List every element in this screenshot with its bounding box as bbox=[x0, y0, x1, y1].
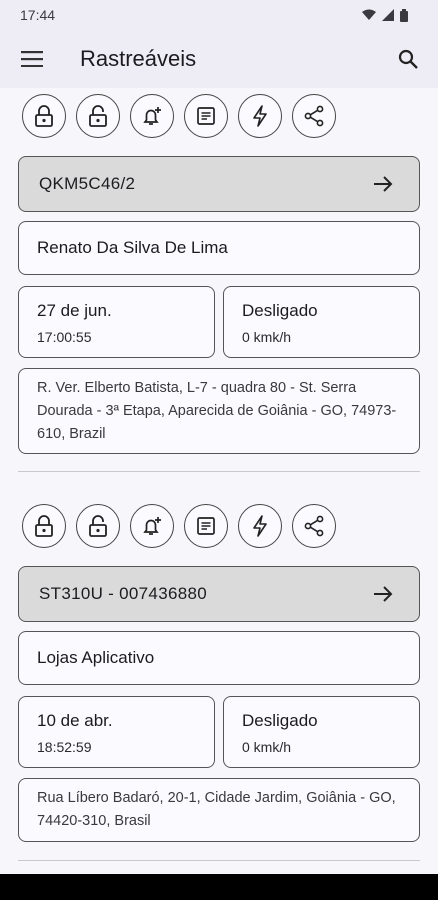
tracker-id: ST310U - 007436880 bbox=[39, 584, 207, 603]
speed-value: 0 kmk/h bbox=[242, 739, 292, 755]
tracker-id-button[interactable]: ST310U - 007436880 bbox=[18, 566, 420, 622]
last-update-box: 10 de abr. 18:52:59 bbox=[18, 696, 215, 768]
report-icon bbox=[197, 517, 215, 535]
unlock-icon bbox=[89, 105, 107, 127]
last-update-box: 27 de jun. 17:00:55 bbox=[18, 286, 215, 358]
search-button[interactable] bbox=[394, 45, 422, 73]
tracker-card: QKM5C46/2 Renato Da Silva De Lima 27 de … bbox=[0, 88, 438, 488]
lock-button[interactable] bbox=[22, 504, 66, 548]
address-text: R. Ver. Elberto Batista, L-7 - quadra 80… bbox=[37, 380, 397, 442]
unlock-button[interactable] bbox=[76, 504, 120, 548]
status-time: 17:44 bbox=[20, 7, 56, 23]
ignition-state: Desligado bbox=[242, 711, 318, 730]
app-bar: Rastreáveis bbox=[0, 30, 438, 88]
last-update-time: 18:52:59 bbox=[37, 739, 92, 755]
share-button[interactable] bbox=[292, 94, 336, 138]
tracker-id-button[interactable]: QKM5C46/2 bbox=[18, 156, 420, 212]
tracker-name: Lojas Aplicativo bbox=[37, 648, 155, 667]
last-update-time: 17:00:55 bbox=[37, 329, 92, 345]
report-button[interactable] bbox=[184, 94, 228, 138]
tracker-id: QKM5C46/2 bbox=[39, 174, 136, 193]
wifi-icon bbox=[362, 9, 376, 20]
share-icon bbox=[304, 515, 324, 537]
unlock-icon bbox=[89, 515, 107, 537]
arrow-right-icon bbox=[374, 586, 393, 602]
tracker-actions bbox=[22, 504, 336, 548]
signal-icon bbox=[382, 9, 394, 21]
lock-icon bbox=[35, 515, 53, 537]
power-icon bbox=[253, 515, 267, 537]
add-alert-button[interactable] bbox=[130, 94, 174, 138]
page-title: Rastreáveis bbox=[80, 46, 197, 71]
power-button[interactable] bbox=[238, 504, 282, 548]
address-text: Rua Líbero Badaró, 20-1, Cidade Jardim, … bbox=[37, 790, 396, 829]
share-button[interactable] bbox=[292, 504, 336, 548]
tracker-actions bbox=[22, 94, 336, 138]
status-icons bbox=[362, 8, 408, 22]
ignition-state: Desligado bbox=[242, 301, 318, 320]
share-icon bbox=[304, 105, 324, 127]
tracker-name-box: Renato Da Silva De Lima bbox=[18, 221, 420, 275]
power-icon bbox=[253, 105, 267, 127]
power-button[interactable] bbox=[238, 94, 282, 138]
address-box: R. Ver. Elberto Batista, L-7 - quadra 80… bbox=[18, 368, 420, 454]
tracker-name: Renato Da Silva De Lima bbox=[37, 238, 228, 257]
unlock-button[interactable] bbox=[76, 94, 120, 138]
search-icon bbox=[398, 49, 418, 69]
address-box: Rua Líbero Badaró, 20-1, Cidade Jardim, … bbox=[18, 778, 420, 842]
add-alert-icon bbox=[143, 517, 161, 535]
last-update-date: 27 de jun. bbox=[37, 301, 112, 320]
card-divider bbox=[18, 471, 420, 472]
tracker-name-box: Lojas Aplicativo bbox=[18, 631, 420, 685]
arrow-right-icon bbox=[374, 176, 393, 192]
menu-button[interactable] bbox=[18, 45, 46, 73]
report-button[interactable] bbox=[184, 504, 228, 548]
add-alert-button[interactable] bbox=[130, 504, 174, 548]
lock-button[interactable] bbox=[22, 94, 66, 138]
lock-icon bbox=[35, 105, 53, 127]
status-bar: 17:44 bbox=[0, 0, 438, 30]
add-alert-icon bbox=[143, 107, 161, 125]
report-icon bbox=[197, 107, 215, 125]
tracker-list: QKM5C46/2 Renato Da Silva De Lima 27 de … bbox=[0, 88, 438, 874]
menu-icon bbox=[21, 51, 43, 67]
ignition-box: Desligado 0 kmk/h bbox=[223, 696, 420, 768]
ignition-box: Desligado 0 kmk/h bbox=[223, 286, 420, 358]
battery-icon bbox=[400, 8, 408, 22]
card-divider bbox=[18, 860, 420, 861]
last-update-date: 10 de abr. bbox=[37, 711, 113, 730]
speed-value: 0 kmk/h bbox=[242, 329, 292, 345]
tracker-card: ST310U - 007436880 Lojas Aplicativo 10 d… bbox=[0, 498, 438, 874]
system-nav-bar bbox=[0, 874, 438, 900]
